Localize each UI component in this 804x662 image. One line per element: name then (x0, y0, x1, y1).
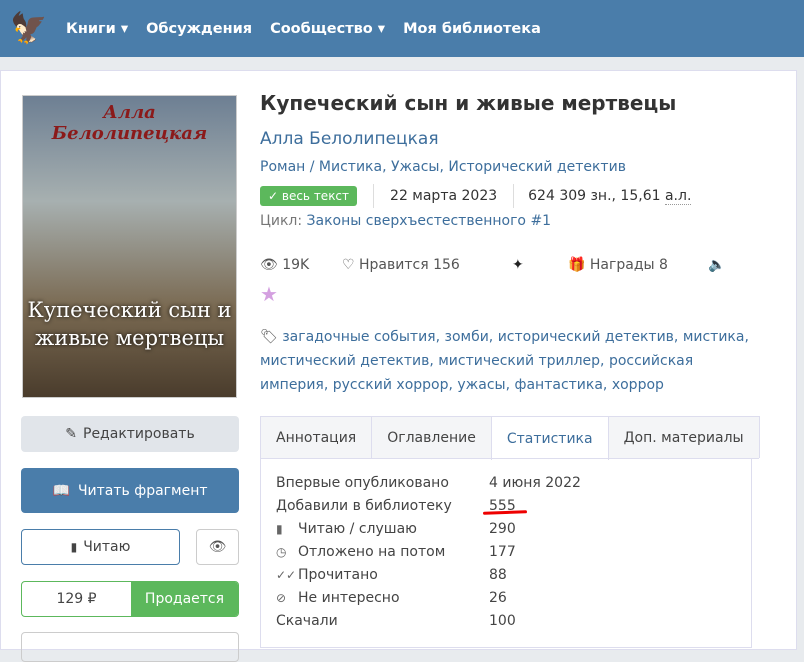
stat-label: Впервые опубликовано (276, 475, 489, 491)
stat-row: ▮ Читаю / слушаю 290 (276, 517, 736, 540)
price: 129 ₽ (56, 591, 97, 607)
stat-label-text: Отложено на потом (298, 543, 446, 560)
star-icon[interactable]: ★ (260, 282, 278, 306)
site-logo[interactable]: 🦅 (6, 6, 52, 52)
awards-button[interactable]: 🎁 Награды 8 (568, 257, 708, 273)
nav-my-library[interactable]: Моя библиотека (403, 21, 541, 37)
stat-label: ◷ Отложено на потом (276, 544, 489, 560)
gift-icon: 🎁 (568, 257, 586, 273)
stat-row: ✓✓ Прочитано 88 (276, 563, 736, 586)
double-check-icon: ✓✓ (276, 567, 297, 582)
book-cover[interactable]: Алла Белолипецкая Купеческий сын и живые… (22, 95, 237, 398)
cover-author: Алла Белолипецкая (51, 102, 208, 144)
pencil-icon: ✎ (65, 426, 77, 442)
buy-button[interactable]: Продается (131, 582, 238, 616)
more-button[interactable] (21, 632, 239, 662)
stat-label-text: Прочитано (298, 566, 378, 583)
stat-value: 177 (489, 543, 516, 560)
size-unit[interactable]: а.л. (664, 188, 692, 205)
tag-list[interactable]: загадочные события, зомби, исторический … (260, 329, 749, 393)
book-stats: 👁 19K ♡ Нравится 156 ✦ 🎁 Награды 8 🔈 (260, 257, 730, 273)
stat-row: Скачали 100 (276, 609, 736, 632)
sparkles-icon[interactable]: ✦ (512, 257, 568, 273)
stat-value: 290 (489, 520, 516, 537)
awards-count: Награды 8 (589, 257, 668, 273)
nav-books[interactable]: Книги ▾ (66, 21, 128, 37)
cover-title: Купеческий сын и живые мертвецы (27, 298, 232, 350)
eye-slash-icon: ⊘ (276, 590, 287, 605)
stat-label: ▮ Читаю / слушаю (276, 521, 489, 537)
tags: 🏷 загадочные события, зомби, исторически… (260, 325, 750, 397)
stat-row: ◷ Отложено на потом 177 (276, 540, 736, 563)
status-text: весь текст (281, 189, 350, 203)
stat-label-text: Скачали (276, 612, 338, 629)
nav-discussions[interactable]: Обсуждения (146, 21, 252, 37)
read-fragment-button[interactable]: 📖 Читать фрагмент (21, 468, 239, 513)
read-label: Читать фрагмент (77, 482, 208, 499)
cycle-link[interactable]: Законы сверхъестественного #1 (307, 213, 552, 229)
tab-contents[interactable]: Оглавление (371, 416, 492, 458)
book-icon: ▮ (276, 521, 283, 536)
price-block[interactable]: 129 ₽ Продается (21, 581, 239, 617)
tab-annotation[interactable]: Аннотация (260, 416, 373, 458)
stat-label: ✓✓ Прочитано (276, 567, 489, 583)
tab-statistics[interactable]: Статистика (490, 416, 609, 460)
clock-icon: ◷ (276, 544, 287, 559)
speaker-icon[interactable]: 🔈 (708, 257, 725, 273)
tabs: Аннотация Оглавление Статистика Доп. мат… (260, 416, 760, 460)
stat-label: Добавили в библиотеку (276, 498, 489, 514)
stat-label-text: Добавили в библиотеку (276, 497, 452, 514)
eye-icon: 👁 (260, 257, 278, 273)
stat-row: ⊘ Не интересно 26 (276, 586, 736, 609)
heart-icon: ♡ (342, 257, 355, 273)
book-meta: ✓ весь текст 22 марта 2023 624 309 зн., … (260, 184, 692, 208)
tag-icon: 🏷 (260, 329, 278, 345)
views-count: 19K (282, 257, 310, 273)
publish-date: 22 марта 2023 (373, 184, 497, 208)
watch-button[interactable]: 👁 (196, 529, 239, 565)
nav-community[interactable]: Сообщество ▾ (270, 21, 385, 37)
stat-label-text: Не интересно (298, 589, 400, 606)
stat-label-text: Впервые опубликовано (276, 474, 449, 491)
stat-label: ⊘ Не интересно (276, 590, 489, 606)
genres[interactable]: Роман / Мистика, Ужасы, Исторический дет… (260, 159, 626, 175)
tab-extras[interactable]: Доп. материалы (607, 416, 760, 458)
cycle-label: Цикл: (260, 213, 303, 229)
author-link[interactable]: Алла Белолипецкая (260, 129, 439, 149)
stat-value: 88 (489, 566, 507, 583)
eye-icon: 👁 (208, 539, 227, 555)
bookmark-icon: ▮ (70, 540, 78, 554)
stat-value: 100 (489, 612, 516, 629)
stat-row: Впервые опубликовано 4 июня 2022 (276, 471, 736, 494)
book-title: Купеческий сын и живые мертвецы (260, 91, 677, 115)
book-open-icon: 📖 (52, 482, 70, 499)
edit-label: Редактировать (83, 426, 195, 442)
stat-label-text: Читаю / слушаю (298, 520, 417, 537)
stat-label: Скачали (276, 613, 489, 629)
edit-button[interactable]: ✎ Редактировать (21, 416, 239, 452)
stat-value: 4 июня 2022 (489, 474, 581, 491)
book-size: 624 309 зн., 15,61 а.л. (513, 184, 692, 208)
statistics-panel: Впервые опубликовано 4 июня 2022 Добавили … (260, 458, 752, 648)
status-badge: ✓ весь текст (260, 186, 358, 206)
stat-value: 26 (489, 589, 507, 606)
size-text: 624 309 зн., 15,61 (528, 188, 661, 204)
navbar: 🦅 Книги ▾ Обсуждения Сообщество ▾ Моя би… (0, 0, 804, 57)
views: 👁 19K (260, 257, 342, 273)
reading-button[interactable]: ▮ Читаю (21, 529, 180, 565)
like-button[interactable]: ♡ Нравится 156 (342, 257, 512, 273)
likes-count: Нравится 156 (359, 257, 460, 273)
reading-label: Читаю (83, 539, 131, 555)
